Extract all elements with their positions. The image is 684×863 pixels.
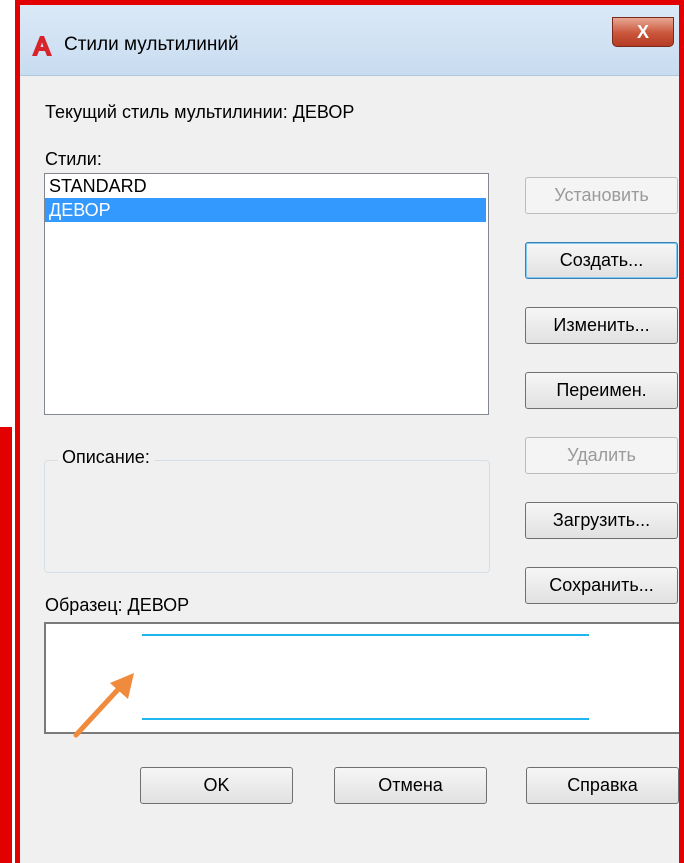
preview-line-bottom — [142, 718, 589, 720]
current-style-label: Текущий стиль мультилинии: ДЕВОР — [45, 102, 355, 122]
save-button[interactable]: Сохранить... — [525, 567, 678, 604]
annotation-arrow-icon — [73, 673, 134, 738]
list-item-standard[interactable]: STANDARD — [45, 174, 488, 198]
close-button[interactable]: X — [612, 17, 674, 47]
window-title: Стили мультилиний — [64, 34, 239, 55]
styles-label: Стили: — [45, 149, 102, 169]
multiline-styles-dialog: Стили мультилиний X Текущий стиль мульти… — [20, 5, 679, 863]
cancel-button[interactable]: Отмена — [334, 767, 487, 804]
close-icon: X — [636, 22, 649, 42]
help-button[interactable]: Справка — [526, 767, 679, 804]
ok-button[interactable]: OK — [140, 767, 293, 804]
create-button[interactable]: Создать... — [525, 242, 678, 279]
title-bar: Стили мультилиний X — [20, 5, 679, 76]
autocad-icon — [32, 36, 52, 56]
delete-button[interactable]: Удалить — [525, 437, 678, 474]
set-current-button[interactable]: Установить — [525, 177, 678, 214]
highlight-bar — [0, 427, 12, 863]
description-label: Описание: — [58, 447, 154, 468]
rename-button[interactable]: Переимен. — [525, 372, 678, 409]
load-button[interactable]: Загрузить... — [525, 502, 678, 539]
description-group — [44, 460, 490, 573]
styles-list[interactable]: STANDARD ДЕВОР — [44, 173, 489, 415]
preview-line-top — [142, 634, 589, 636]
preview-label: Образец: ДЕВОР — [45, 595, 190, 615]
list-item-devor[interactable]: ДЕВОР — [45, 198, 486, 222]
modify-button[interactable]: Изменить... — [525, 307, 678, 344]
